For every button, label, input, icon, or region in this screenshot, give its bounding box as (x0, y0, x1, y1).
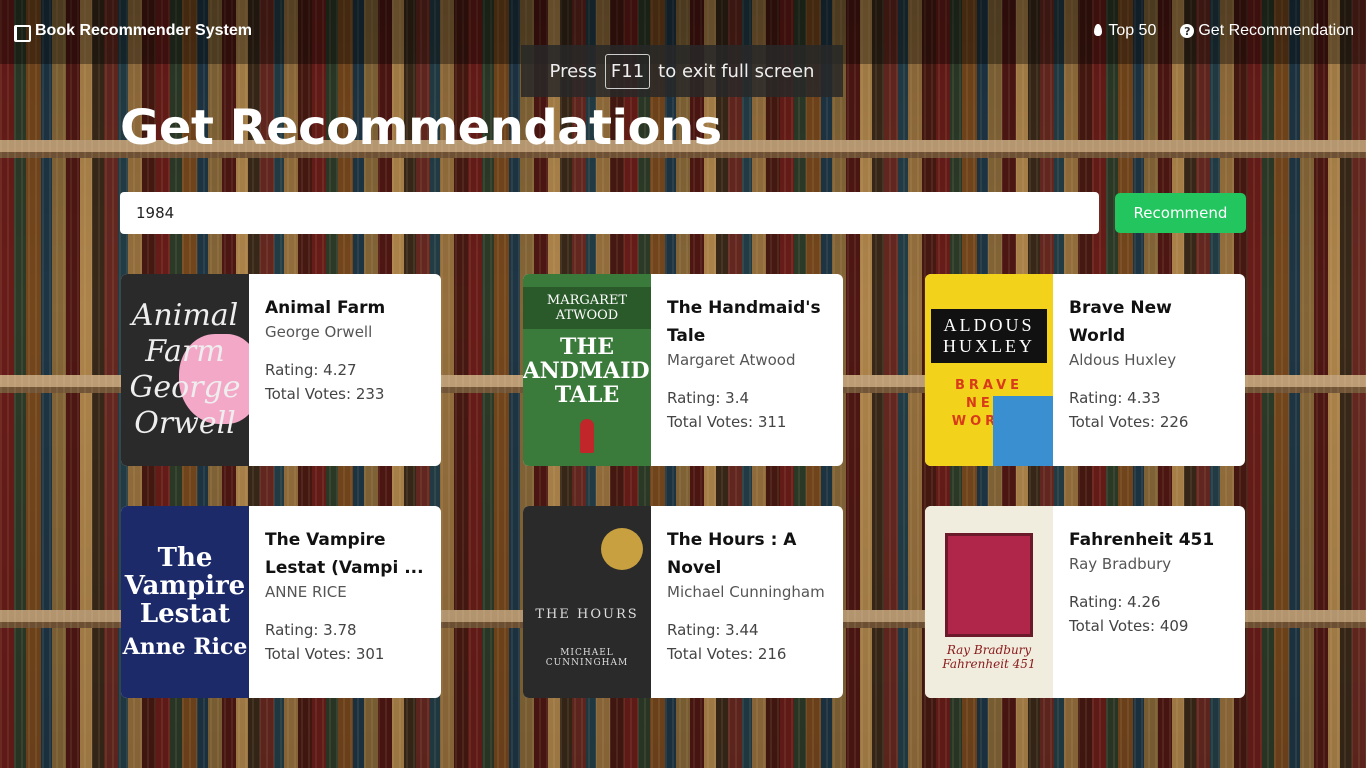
book-icon (12, 23, 31, 42)
book-card[interactable]: The Vampire Lestat Anne Rice The Vampire… (121, 506, 441, 698)
cover-text: BRAVE (954, 378, 1024, 393)
book-rating: Rating: 4.33 (1069, 389, 1161, 407)
book-votes: Total Votes: 216 (667, 645, 787, 663)
card-body: Fahrenheit 451 Ray Bradbury Rating: 4.26… (1053, 506, 1245, 698)
cover-text: George (129, 370, 241, 405)
cover-text: MICHAEL CUNNINGHAM (545, 647, 629, 668)
book-search-input[interactable] (120, 192, 1099, 234)
book-votes: Total Votes: 311 (667, 413, 787, 431)
cover-text: THE HOURS (535, 606, 639, 622)
cover-text: Animal (131, 298, 239, 333)
fire-icon (1092, 24, 1104, 38)
book-rating: Rating: 4.26 (1069, 593, 1161, 611)
book-title: The Vampire Lestat (Vampi ... (265, 530, 424, 578)
fullscreen-exit-toast: Press F11 to exit full screen (521, 45, 843, 97)
book-cover: THE HOURS MICHAEL CUNNINGHAM (523, 506, 651, 698)
book-votes: Total Votes: 233 (265, 385, 385, 403)
book-cover: The Vampire Lestat Anne Rice (121, 506, 249, 698)
book-rating: Rating: 3.4 (667, 389, 750, 407)
award-seal-icon (601, 528, 643, 570)
book-rating: Rating: 3.44 (667, 621, 759, 639)
book-author: George Orwell (265, 323, 373, 341)
cover-text: MARGARET ATWOOD (523, 287, 651, 329)
book-title: Fahrenheit 451 (1069, 530, 1215, 550)
book-card[interactable]: Animal Farm George Orwell Animal Farm Ge… (121, 274, 441, 466)
card-body: The Handmaid's Tale Margaret Atwood Rati… (651, 274, 843, 466)
card-body: Animal Farm George Orwell Rating: 4.27 T… (249, 274, 441, 466)
book-votes: Total Votes: 409 (1069, 617, 1189, 635)
recommend-button[interactable]: Recommend (1115, 193, 1246, 233)
brand-label: Book Recommender System (35, 22, 252, 39)
book-votes: Total Votes: 301 (265, 645, 385, 663)
cover-text: Ray Bradbury (946, 643, 1032, 657)
book-cover: ALDOUS HUXLEY BRAVE NEW WORLD (925, 274, 1053, 466)
book-title: The Handmaid's Tale (667, 298, 821, 346)
nav-link-label: Get Recommendation (1198, 22, 1354, 39)
page-title: Get Recommendations (120, 100, 722, 156)
question-circle-icon: ? (1180, 24, 1195, 38)
book-title: The Hours : A Novel (667, 530, 797, 578)
book-cover: Animal Farm George Orwell (121, 274, 249, 466)
handmaid-figure-illustration (580, 419, 594, 453)
book-title: Brave New World (1069, 298, 1172, 346)
card-body: The Hours : A Novel Michael Cunningham R… (651, 506, 843, 698)
book-cover: Ray Bradbury Fahrenheit 451 (925, 506, 1053, 698)
nav-link-get-recommendation[interactable]: ? Get Recommendation (1180, 22, 1354, 40)
nav-link-label: Top 50 (1108, 22, 1157, 39)
toast-text-after: to exit full screen (658, 60, 815, 82)
book-card[interactable]: ALDOUS HUXLEY BRAVE NEW WORLD Brave New … (925, 274, 1245, 466)
sea-illustration (993, 396, 1053, 466)
book-cover: MARGARET ATWOOD THE HANDMAID'S TALE (523, 274, 651, 466)
book-author: Michael Cunningham (667, 583, 825, 601)
cover-text: Farm (145, 334, 225, 369)
book-rating: Rating: 4.27 (265, 361, 357, 379)
toast-text-before: Press (549, 60, 597, 82)
brand[interactable]: Book Recommender System (12, 22, 252, 42)
book-card[interactable]: MARGARET ATWOOD THE HANDMAID'S TALE The … (523, 274, 843, 466)
cover-text: Orwell (134, 406, 236, 441)
book-title: Animal Farm (265, 298, 386, 318)
book-rating: Rating: 3.78 (265, 621, 357, 639)
book-author: Ray Bradbury (1069, 555, 1172, 573)
book-card[interactable]: THE HOURS MICHAEL CUNNINGHAM The Hours :… (523, 506, 843, 698)
toast-key: F11 (604, 53, 651, 89)
nav-link-top-50[interactable]: Top 50 (1092, 22, 1156, 40)
cover-text: The Vampire Lestat (124, 543, 246, 629)
book-author: Margaret Atwood (667, 351, 796, 369)
card-body: Brave New World Aldous Huxley Rating: 4.… (1053, 274, 1245, 466)
cover-text: Anne Rice (122, 634, 248, 660)
cover-text: Fahrenheit 451 (942, 657, 1036, 671)
card-body: The Vampire Lestat (Vampi ... ANNE RICE … (249, 506, 441, 698)
cover-text: ALDOUS HUXLEY (931, 309, 1047, 363)
book-card[interactable]: Ray Bradbury Fahrenheit 451 Fahrenheit 4… (925, 506, 1245, 698)
book-author: Aldous Huxley (1069, 351, 1177, 369)
cover-text: THE HANDMAID'S TALE (523, 334, 651, 408)
nav-links: Top 50 ? Get Recommendation (1092, 22, 1354, 40)
cover-artwork (945, 533, 1033, 637)
book-votes: Total Votes: 226 (1069, 413, 1189, 431)
book-author: ANNE RICE (265, 583, 347, 601)
